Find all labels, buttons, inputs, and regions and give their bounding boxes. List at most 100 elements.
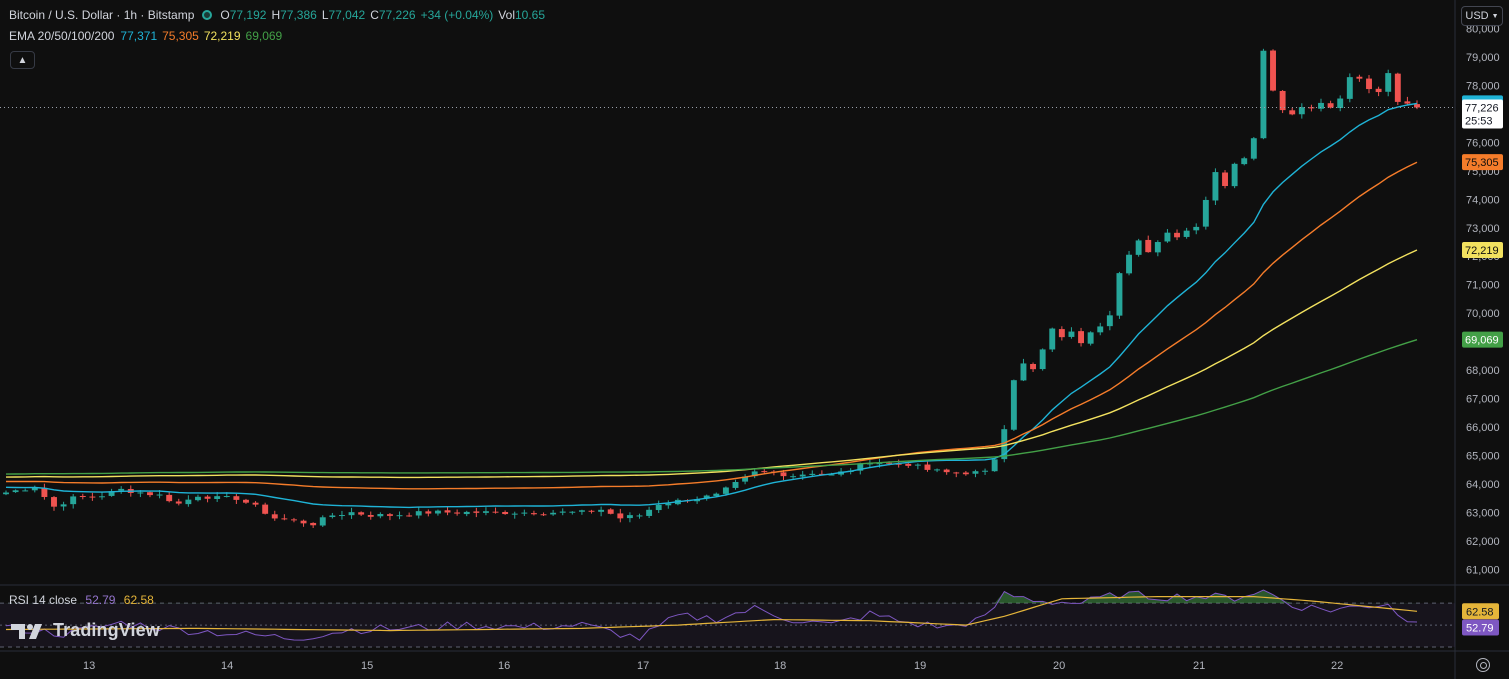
candle-body[interactable]: [780, 472, 787, 477]
candle-body[interactable]: [1298, 107, 1305, 115]
candle-body[interactable]: [482, 511, 489, 513]
ema-label[interactable]: EMA 20/50/100/200: [9, 29, 114, 43]
candle-body[interactable]: [1183, 230, 1190, 237]
candle-body[interactable]: [147, 492, 153, 496]
candle-body[interactable]: [1289, 110, 1296, 115]
candle-body[interactable]: [1222, 172, 1228, 187]
candle-body[interactable]: [761, 471, 768, 473]
candle-body[interactable]: [223, 496, 230, 498]
candle-body[interactable]: [444, 510, 451, 513]
candle-body[interactable]: [319, 517, 326, 526]
candle-body[interactable]: [790, 476, 797, 478]
candle-body[interactable]: [1020, 363, 1027, 381]
candle-body[interactable]: [348, 512, 355, 516]
candle-body[interactable]: [1346, 77, 1353, 99]
candle-body[interactable]: [1337, 98, 1344, 109]
candle-body[interactable]: [617, 513, 624, 519]
candle-body[interactable]: [934, 469, 941, 471]
candle-body[interactable]: [1318, 102, 1324, 109]
candle-body[interactable]: [1366, 78, 1372, 90]
ema20-line[interactable]: [5, 102, 1418, 509]
candle-body[interactable]: [982, 470, 989, 472]
candle-body[interactable]: [1106, 315, 1113, 327]
candle-body[interactable]: [252, 502, 259, 505]
candle-body[interactable]: [118, 488, 125, 491]
candle-body[interactable]: [1231, 163, 1238, 187]
candle-body[interactable]: [1202, 199, 1209, 227]
symbol-title[interactable]: Bitcoin / U.S. Dollar · 1h · Bitstamp: [9, 8, 194, 22]
candle-body[interactable]: [338, 515, 345, 517]
candle-body[interactable]: [1327, 103, 1334, 108]
candle-body[interactable]: [1078, 331, 1085, 344]
candle-body[interactable]: [367, 514, 374, 517]
candle-body[interactable]: [655, 504, 662, 511]
candle-body[interactable]: [41, 487, 48, 497]
candle-body[interactable]: [60, 504, 67, 507]
rsi-label[interactable]: RSI 14 close: [9, 593, 77, 607]
candle-body[interactable]: [550, 512, 557, 515]
candle-body[interactable]: [1356, 76, 1363, 79]
candle-body[interactable]: [1145, 239, 1152, 253]
candle-body[interactable]: [195, 496, 201, 501]
candle-body[interactable]: [291, 519, 297, 521]
candle-body[interactable]: [530, 513, 537, 515]
candle-body[interactable]: [1375, 88, 1382, 93]
candle-body[interactable]: [137, 492, 144, 494]
candle-body[interactable]: [70, 496, 77, 505]
candle-body[interactable]: [166, 494, 173, 502]
candle-body[interactable]: [962, 472, 969, 475]
currency-selector[interactable]: USD ▼: [1461, 6, 1503, 26]
candle-body[interactable]: [732, 481, 739, 488]
candle-body[interactable]: [175, 501, 182, 504]
candle-body[interactable]: [636, 515, 643, 517]
candle-body[interactable]: [722, 487, 729, 494]
candle-body[interactable]: [799, 474, 806, 477]
candle-body[interactable]: [1385, 73, 1392, 92]
candle-body[interactable]: [521, 512, 528, 514]
candle-body[interactable]: [1260, 50, 1267, 139]
candle-body[interactable]: [1270, 50, 1276, 91]
candle-body[interactable]: [540, 514, 547, 516]
ema100-line[interactable]: [5, 249, 1418, 479]
candle-body[interactable]: [329, 515, 336, 518]
candle-body[interactable]: [578, 510, 585, 512]
candle-body[interactable]: [1164, 232, 1171, 242]
candle-body[interactable]: [463, 511, 470, 515]
tradingview-logo[interactable]: TradingView: [11, 620, 160, 641]
candle-body[interactable]: [377, 513, 384, 517]
candle-body[interactable]: [281, 518, 288, 520]
ema200-line[interactable]: [5, 339, 1418, 475]
candle-body[interactable]: [425, 511, 432, 514]
candle-body[interactable]: [233, 496, 240, 500]
candle-body[interactable]: [473, 511, 480, 513]
candle-body[interactable]: [713, 493, 720, 496]
candle-body[interactable]: [386, 514, 393, 516]
candle-body[interactable]: [588, 510, 595, 512]
candle-body[interactable]: [646, 509, 653, 516]
candle-body[interactable]: [559, 511, 566, 513]
candle-body[interactable]: [1126, 254, 1132, 274]
candle-body[interactable]: [1049, 328, 1056, 350]
candle-body[interactable]: [300, 520, 307, 524]
candle-body[interactable]: [492, 511, 499, 513]
candle-body[interactable]: [569, 511, 576, 513]
candle-body[interactable]: [943, 469, 950, 473]
candle-body[interactable]: [1250, 138, 1257, 159]
candle-body[interactable]: [12, 490, 19, 493]
candle-body[interactable]: [310, 522, 317, 526]
candle-body[interactable]: [1030, 363, 1037, 370]
candle-body[interactable]: [434, 510, 441, 514]
candle-body[interactable]: [607, 509, 614, 514]
candle-body[interactable]: [991, 459, 998, 472]
chart-settings-icon[interactable]: [1476, 658, 1490, 672]
candle-body[interactable]: [1308, 107, 1315, 109]
candle-body[interactable]: [502, 511, 509, 515]
candle-body[interactable]: [1068, 331, 1075, 337]
candle-body[interactable]: [214, 496, 221, 500]
candle-body[interactable]: [809, 473, 816, 475]
candle-body[interactable]: [953, 472, 960, 474]
candle-body[interactable]: [1174, 232, 1180, 238]
candle-body[interactable]: [262, 504, 269, 514]
candle-body[interactable]: [185, 499, 192, 505]
candle-body[interactable]: [22, 490, 29, 492]
